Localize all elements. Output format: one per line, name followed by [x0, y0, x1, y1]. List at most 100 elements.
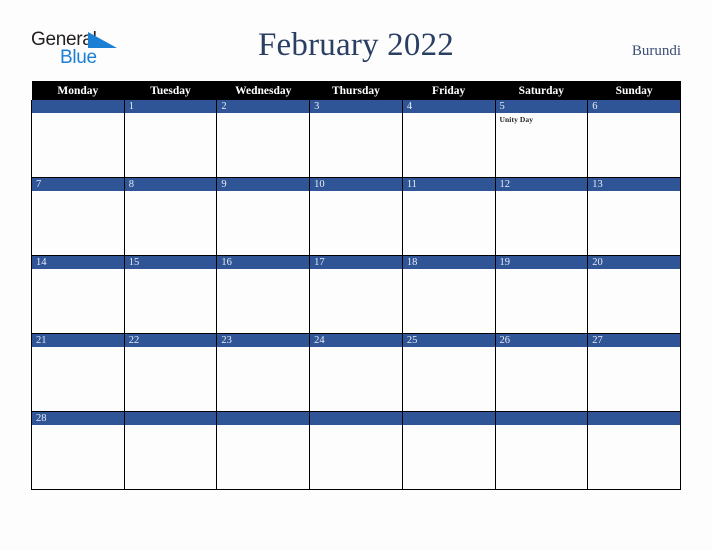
day-events	[32, 113, 124, 115]
day-cell[interactable]: 12	[494, 177, 589, 256]
day-cell[interactable]: 17	[309, 255, 403, 334]
calendar-header-row: Monday Tuesday Wednesday Thursday Friday…	[31, 81, 681, 100]
country-label: Burundi	[631, 43, 681, 59]
day-events	[403, 347, 495, 349]
page-header: General Blue February 2022 Burundi	[0, 0, 712, 78]
calendar-week-row: 14 15 16 17 18 19 20	[31, 255, 681, 334]
day-number: 24	[310, 334, 402, 347]
day-number	[588, 412, 680, 425]
day-events	[588, 347, 680, 349]
day-cell[interactable]: 15	[123, 255, 218, 334]
day-cell[interactable]	[31, 100, 125, 178]
day-events	[217, 191, 309, 193]
day-number: 16	[217, 256, 310, 269]
day-events	[496, 269, 588, 271]
day-cell[interactable]: 9	[216, 177, 311, 256]
calendar-week-row: 7 8 9 10 11 12 13	[31, 177, 681, 256]
weekday-header-monday: Monday	[31, 81, 125, 100]
day-cell[interactable]: 14	[31, 255, 125, 334]
day-number: 19	[495, 256, 588, 269]
day-number: 20	[588, 256, 680, 269]
day-cell[interactable]: 27	[587, 333, 681, 412]
weekday-header-friday: Friday	[402, 81, 496, 100]
day-cell[interactable]: 16	[216, 255, 311, 334]
day-cell[interactable]: 20	[587, 255, 681, 334]
day-cell[interactable]	[309, 411, 403, 490]
weekday-header-thursday: Thursday	[309, 81, 403, 100]
day-cell[interactable]: 1	[123, 100, 218, 178]
day-number: 1	[124, 100, 217, 113]
day-number: 26	[495, 334, 588, 347]
day-events	[125, 425, 217, 427]
day-number: 8	[124, 178, 217, 191]
day-cell[interactable]	[494, 411, 589, 490]
day-cell[interactable]	[401, 411, 496, 490]
day-cell[interactable]: 2	[216, 100, 311, 178]
day-events	[32, 347, 124, 349]
day-number	[32, 100, 124, 113]
day-number: 12	[495, 178, 588, 191]
day-events	[32, 191, 124, 193]
day-cell[interactable]: 7	[31, 177, 125, 256]
day-cell[interactable]: 21	[31, 333, 125, 412]
day-cell[interactable]: 18	[401, 255, 496, 334]
day-cell[interactable]: 13	[587, 177, 681, 256]
day-events	[32, 425, 124, 427]
day-cell[interactable]: 11	[401, 177, 496, 256]
day-cell[interactable]: 22	[123, 333, 218, 412]
day-number: 22	[124, 334, 217, 347]
day-events	[403, 113, 495, 115]
day-events	[310, 191, 402, 193]
day-number: 14	[32, 256, 124, 269]
day-events	[496, 425, 588, 427]
day-cell[interactable]	[216, 411, 311, 490]
day-events	[403, 425, 495, 427]
day-number: 25	[402, 334, 495, 347]
day-number	[495, 412, 588, 425]
weekday-header-sunday: Sunday	[587, 81, 681, 100]
day-number: 9	[217, 178, 310, 191]
day-number	[124, 412, 217, 425]
day-events	[496, 347, 588, 349]
day-events	[32, 269, 124, 271]
day-number: 13	[588, 178, 680, 191]
calendar-week-row: 1 2 3 4 5 Unity Day 6	[31, 100, 681, 178]
weekday-header-saturday: Saturday	[495, 81, 588, 100]
day-events	[496, 191, 588, 193]
calendar-table: Monday Tuesday Wednesday Thursday Friday…	[31, 81, 681, 490]
day-cell[interactable]: 24	[309, 333, 403, 412]
day-number	[402, 412, 495, 425]
day-events	[588, 113, 680, 115]
day-cell[interactable]: 19	[494, 255, 589, 334]
day-cell[interactable]: 5 Unity Day	[494, 100, 589, 178]
day-number: 10	[310, 178, 402, 191]
day-cell[interactable]: 26	[494, 333, 589, 412]
day-number: 5	[495, 100, 588, 113]
day-cell[interactable]	[587, 411, 681, 490]
calendar-week-row: 21 22 23 24 25 26 27	[31, 333, 681, 412]
day-events	[403, 191, 495, 193]
day-number: 6	[588, 100, 680, 113]
day-events	[217, 113, 309, 115]
day-number: 3	[310, 100, 402, 113]
day-events	[125, 347, 217, 349]
day-cell[interactable]: 10	[309, 177, 403, 256]
day-number: 11	[402, 178, 495, 191]
day-events	[310, 425, 402, 427]
day-number: 21	[32, 334, 124, 347]
day-events	[588, 425, 680, 427]
day-events: Unity Day	[496, 113, 588, 124]
day-number: 17	[310, 256, 402, 269]
day-cell[interactable]: 3	[309, 100, 403, 178]
day-cell[interactable]: 8	[123, 177, 218, 256]
day-cell[interactable]: 6	[587, 100, 681, 178]
day-cell[interactable]: 25	[401, 333, 496, 412]
day-events	[310, 347, 402, 349]
day-cell[interactable]	[123, 411, 218, 490]
day-events	[217, 269, 309, 271]
day-events	[310, 113, 402, 115]
day-cell[interactable]: 4	[401, 100, 496, 178]
day-cell[interactable]: 23	[216, 333, 311, 412]
day-number: 18	[402, 256, 495, 269]
day-cell[interactable]: 28	[31, 411, 125, 490]
